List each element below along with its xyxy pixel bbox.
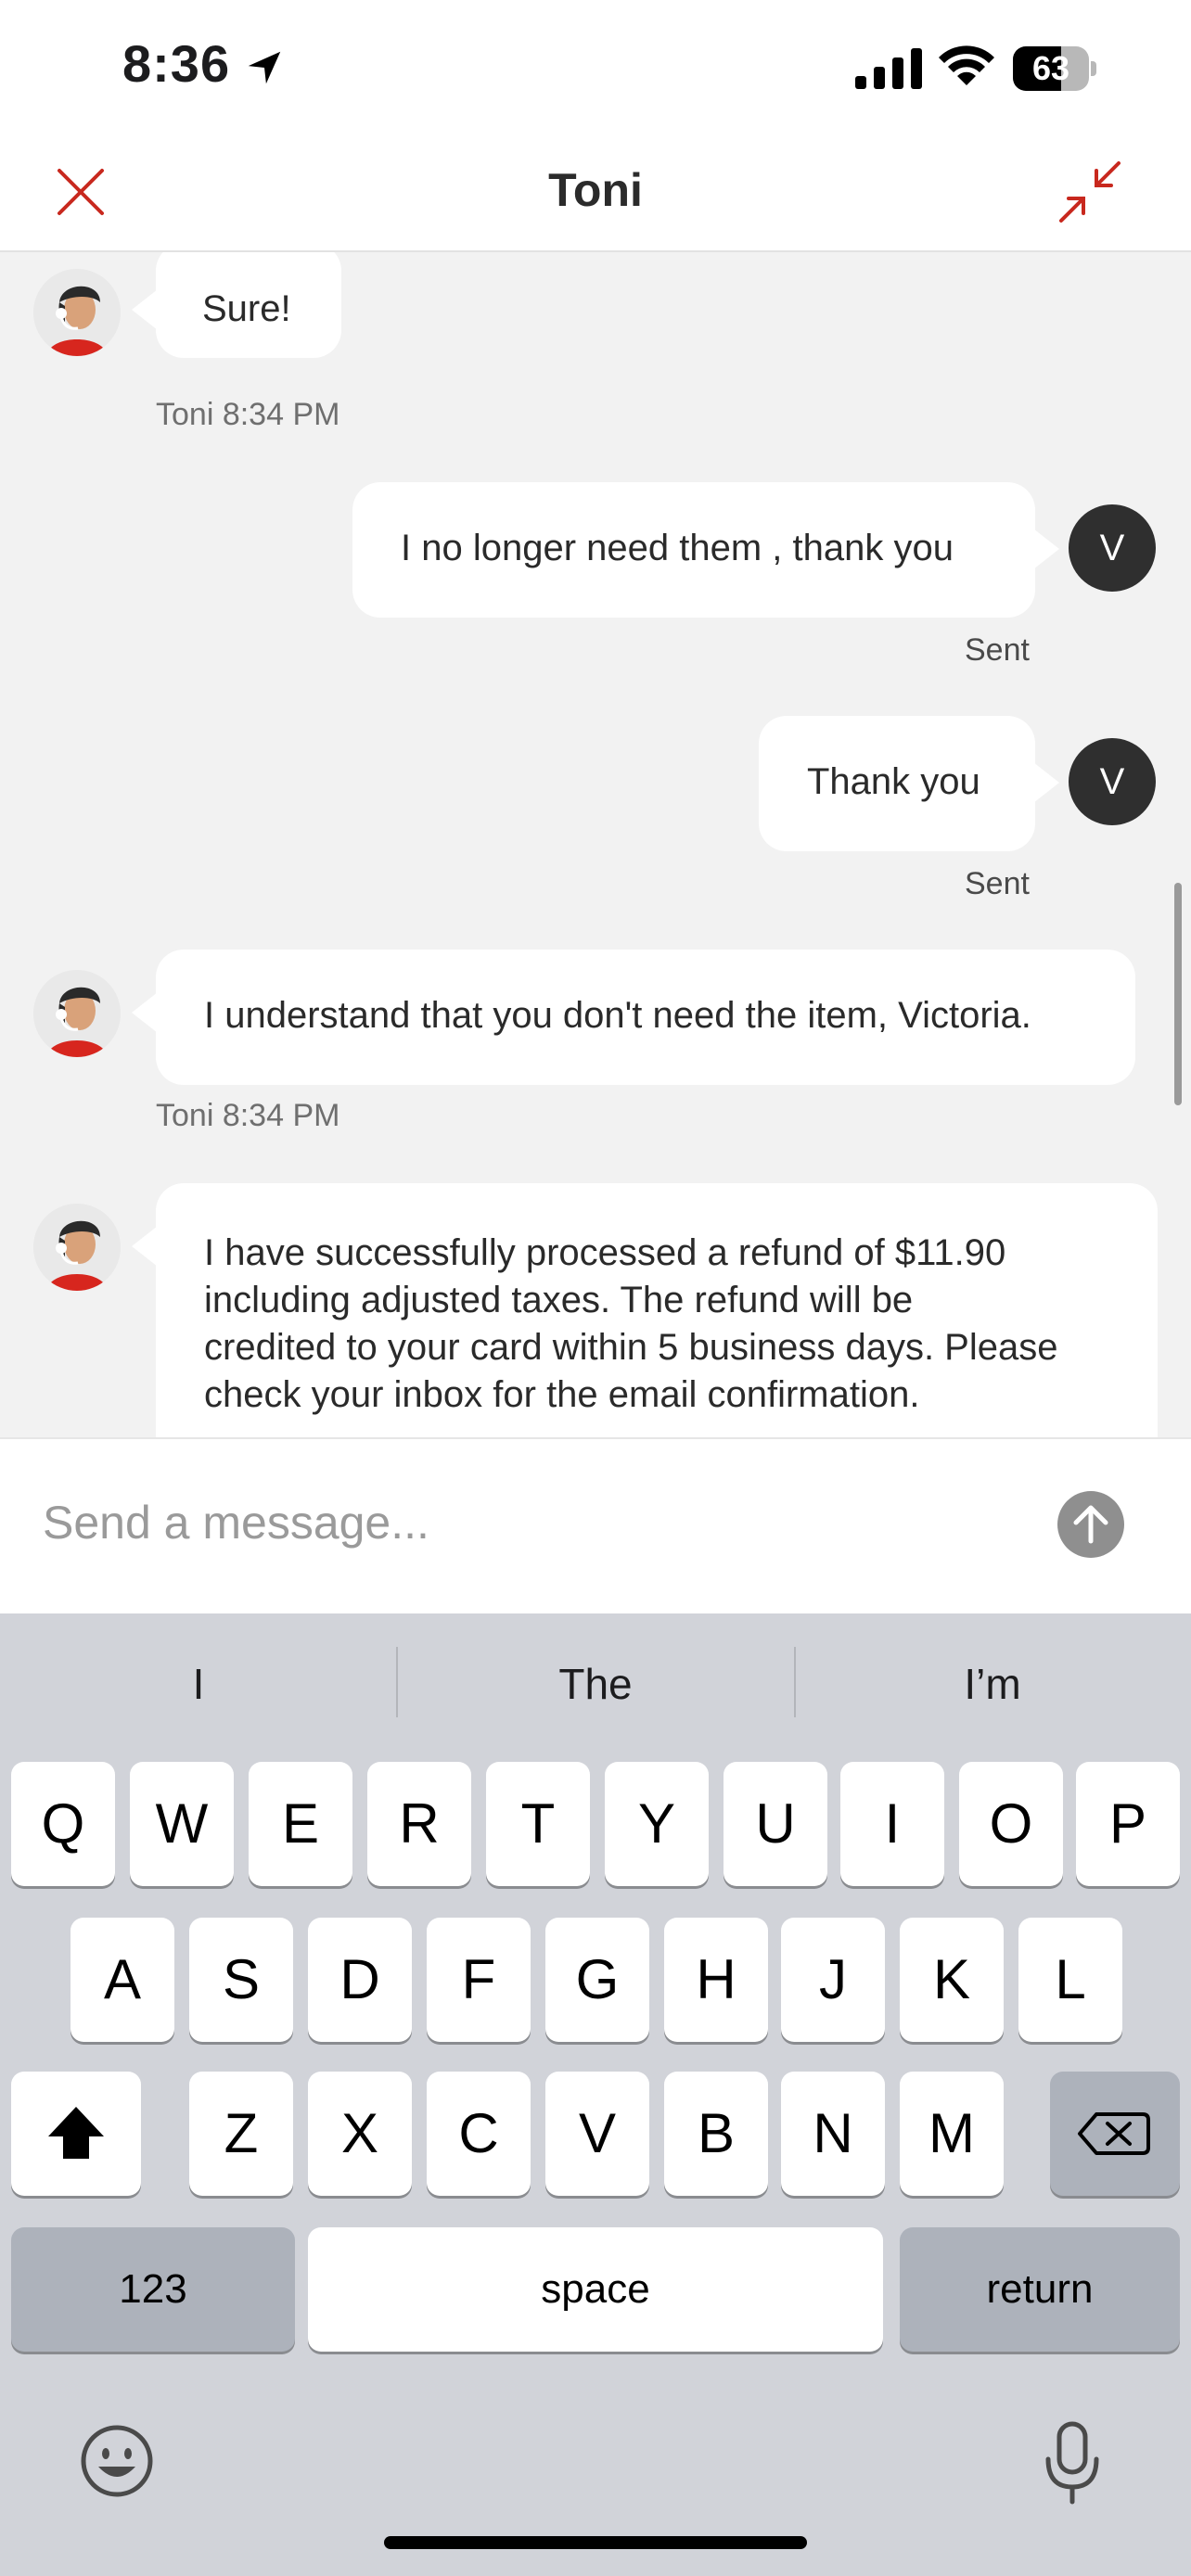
shift-icon [48, 2107, 104, 2159]
key[interactable]: W [130, 1762, 234, 1886]
location-arrow-icon [248, 51, 281, 84]
key[interactable]: B [664, 2072, 768, 2196]
wifi-icon [939, 45, 994, 85]
shift-key[interactable] [11, 2072, 141, 2196]
microphone-icon[interactable] [1041, 2418, 1104, 2507]
send-button[interactable] [1057, 1491, 1124, 1558]
message-bubble: I no longer need them , thank you [352, 482, 1035, 618]
cellular-signal-icon [855, 48, 922, 89]
key[interactable]: J [781, 1918, 885, 2042]
user-avatar: V [1069, 738, 1156, 825]
message-status: Sent [965, 632, 1030, 668]
key[interactable]: M [900, 2072, 1004, 2196]
key[interactable]: S [189, 1918, 293, 2042]
key[interactable]: E [249, 1762, 352, 1886]
key[interactable]: O [959, 1762, 1063, 1886]
chat-transcript[interactable]: Sure! Toni 8:34 PM I no longer need them… [0, 252, 1191, 1437]
key[interactable]: N [781, 2072, 885, 2196]
agent-avatar [33, 269, 121, 356]
message-status: Sent [965, 866, 1030, 901]
message-composer [0, 1437, 1191, 1613]
key[interactable]: D [308, 1918, 412, 2042]
message-text: I no longer need them , thank you [401, 528, 954, 568]
message-bubble: I understand that you don't need the ite… [156, 950, 1135, 1085]
key[interactable]: Z [189, 2072, 293, 2196]
key[interactable]: V [545, 2072, 649, 2196]
emoji-icon[interactable] [78, 2422, 156, 2500]
key[interactable]: R [367, 1762, 471, 1886]
message-meta: Toni 8:34 PM [156, 1098, 340, 1133]
message-text: I have successfully processed a refund o… [204, 1230, 1058, 1419]
suggestion-item[interactable]: I [0, 1647, 397, 1721]
key[interactable]: G [545, 1918, 649, 2042]
suggestion-item[interactable]: I’m [794, 1647, 1191, 1721]
home-indicator [384, 2536, 807, 2549]
chat-scrollbar[interactable] [1174, 883, 1182, 1105]
backspace-key[interactable] [1050, 2072, 1180, 2196]
backspace-icon [1078, 2112, 1150, 2155]
agent-avatar [33, 970, 121, 1057]
battery-indicator: 63 [1013, 46, 1096, 91]
message-text: I understand that you don't need the ite… [204, 995, 1031, 1036]
message-input[interactable] [43, 1486, 1017, 1560]
key[interactable]: A [70, 1918, 174, 2042]
predictive-bar: I The I’m [0, 1613, 1191, 1753]
key[interactable]: K [900, 1918, 1004, 2042]
battery-percent: 63 [1031, 49, 1070, 87]
message-bubble: Thank you [759, 716, 1035, 851]
message-text: Sure! [202, 288, 291, 329]
minimize-icon[interactable] [1054, 156, 1126, 228]
page-title: Toni [548, 164, 643, 216]
numbers-key[interactable]: 123 [11, 2227, 295, 2352]
message-line: check your inbox for the email confirmat… [204, 1374, 920, 1415]
key[interactable]: H [664, 1918, 768, 2042]
suggestion-item[interactable]: The [397, 1647, 794, 1721]
space-key[interactable]: space [308, 2227, 883, 2352]
key[interactable]: L [1018, 1918, 1122, 2042]
message-bubble: I have successfully processed a refund o… [156, 1183, 1158, 1437]
status-bar: 8:36 63 [0, 0, 1191, 139]
return-key[interactable]: return [900, 2227, 1180, 2352]
user-avatar: V [1069, 504, 1156, 592]
arrow-up-icon [1073, 1505, 1108, 1544]
key[interactable]: Q [11, 1762, 115, 1886]
key[interactable]: C [427, 2072, 531, 2196]
key[interactable]: T [486, 1762, 590, 1886]
key[interactable]: F [427, 1918, 531, 2042]
message-meta: Toni 8:34 PM [156, 397, 340, 432]
message-bubble: Sure! [156, 252, 341, 358]
key[interactable]: P [1076, 1762, 1180, 1886]
key[interactable]: U [724, 1762, 827, 1886]
chat-header: Toni [0, 139, 1191, 252]
key[interactable]: Y [605, 1762, 709, 1886]
message-line: including adjusted taxes. The refund wil… [204, 1280, 914, 1320]
key[interactable]: X [308, 2072, 412, 2196]
key[interactable]: I [840, 1762, 944, 1886]
status-time: 8:36 [122, 34, 231, 93]
keyboard: I The I’m Q W E R T Y U I O P A S D F G … [0, 1613, 1191, 2576]
agent-avatar [33, 1204, 121, 1291]
message-text: Thank you [807, 761, 980, 802]
message-line: credited to your card within 5 business … [204, 1327, 1058, 1368]
message-line: I have successfully processed a refund o… [204, 1232, 1006, 1273]
